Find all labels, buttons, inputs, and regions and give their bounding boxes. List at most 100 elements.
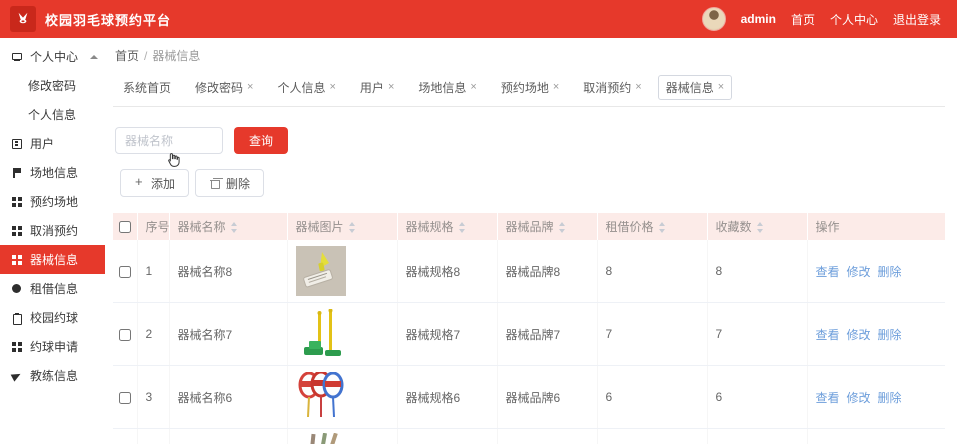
tab-reserve-venue[interactable]: 预约场地: [493, 75, 567, 100]
sidebar-item-rental-info[interactable]: 租借信息: [0, 274, 105, 303]
row-checkbox[interactable]: [119, 266, 131, 278]
top-bar: 校园羽毛球预约平台 admin 首页 个人中心 退出登录: [0, 0, 957, 38]
equipment-image-rackets: [296, 372, 346, 422]
sidebar-item-personal-info[interactable]: 个人信息: [0, 100, 105, 129]
add-button[interactable]: 添加: [120, 169, 189, 197]
cell-price: 8: [597, 240, 707, 303]
cell-spec: 器械规格8: [397, 240, 497, 303]
delete-link[interactable]: 删除: [878, 328, 902, 342]
tab-personal-info[interactable]: 个人信息: [269, 75, 343, 100]
sidebar-item-campus-ball[interactable]: 校园约球: [0, 303, 105, 332]
cell-brand: 器械品牌8: [497, 240, 597, 303]
grid-icon: [11, 341, 23, 353]
cell-name: 器械名称8: [169, 240, 287, 303]
sidebar-item-personal-center[interactable]: 个人中心: [0, 42, 105, 71]
tab-change-password[interactable]: 修改密码: [187, 75, 261, 100]
table-row: 3 器械名称6 器械规格6 器械品牌6 6 6 查看修改删除: [113, 366, 945, 429]
sidebar-item-label: 预约场地: [30, 193, 78, 210]
flag-icon: [11, 167, 23, 179]
tab-equipment-info[interactable]: 器械信息: [658, 75, 732, 100]
sort-icon[interactable]: [348, 222, 356, 233]
add-button-label: 添加: [151, 175, 175, 192]
sidebar-item-coach-info[interactable]: 教练信息: [0, 361, 105, 390]
sidebar-item-equipment-info[interactable]: 器械信息: [0, 245, 105, 274]
sidebar: 个人中心 修改密码 个人信息 用户 场地信息 预约场地 取消预约 器械信息: [0, 38, 105, 420]
view-link[interactable]: 查看: [816, 265, 840, 279]
close-tab-icon[interactable]: [553, 82, 559, 93]
sort-icon[interactable]: [558, 222, 566, 233]
edit-link[interactable]: 修改: [847, 391, 871, 405]
sidebar-item-venue-info[interactable]: 场地信息: [0, 158, 105, 187]
top-bar-right: admin 首页 个人中心 退出登录: [702, 7, 941, 31]
search-button[interactable]: 查询: [234, 127, 288, 154]
close-tab-icon[interactable]: [329, 82, 335, 93]
sidebar-item-cancel-reservation[interactable]: 取消预约: [0, 216, 105, 245]
sort-icon[interactable]: [756, 222, 764, 233]
sidebar-item-ball-application[interactable]: 约球申请: [0, 332, 105, 361]
table-header-row: 序号 器械名称 器械图片 器械规格 器械品牌 租借价格 收藏数 操作: [113, 213, 945, 240]
close-tab-icon[interactable]: [388, 82, 394, 93]
sidebar-item-label: 场地信息: [30, 164, 78, 181]
column-spec: 器械规格: [397, 213, 497, 240]
tab-label: 预约场地: [501, 79, 549, 96]
tab-label: 个人信息: [277, 79, 325, 96]
column-name: 器械名称: [169, 213, 287, 240]
column-brand: 器械品牌: [497, 213, 597, 240]
user-icon: [11, 138, 23, 150]
equipment-table: 序号 器械名称 器械图片 器械规格 器械品牌 租借价格 收藏数 操作 1 器械: [113, 213, 945, 444]
breadcrumb-home[interactable]: 首页: [115, 49, 139, 63]
nav-profile-link[interactable]: 个人中心: [830, 11, 878, 28]
search-input[interactable]: [115, 127, 223, 154]
cell-no: 2: [137, 303, 169, 366]
cell-favorites: 6: [707, 366, 807, 429]
username: admin: [741, 12, 776, 26]
view-link[interactable]: 查看: [816, 328, 840, 342]
row-checkbox[interactable]: [119, 392, 131, 404]
close-tab-icon[interactable]: [635, 82, 641, 93]
sort-icon[interactable]: [658, 222, 666, 233]
select-all-checkbox[interactable]: [119, 221, 131, 233]
cell-brand: 器械品牌7: [497, 303, 597, 366]
equipment-image-net-post: [296, 309, 346, 359]
shuttlecock-logo-icon: [15, 10, 31, 29]
close-tab-icon[interactable]: [470, 82, 476, 93]
cell-no: 3: [137, 366, 169, 429]
edit-link[interactable]: 修改: [847, 328, 871, 342]
sort-icon[interactable]: [230, 222, 238, 233]
sidebar-item-label: 取消预约: [30, 222, 78, 239]
tab-system-home[interactable]: 系统首页: [115, 75, 179, 100]
cell-name: 器械名称7: [169, 303, 287, 366]
tab-cancel-reservation[interactable]: 取消预约: [575, 75, 649, 100]
sidebar-item-users[interactable]: 用户: [0, 129, 105, 158]
cell-favorites: 8: [707, 240, 807, 303]
tab-users[interactable]: 用户: [352, 75, 402, 100]
cell-favorites: 7: [707, 303, 807, 366]
sort-icon[interactable]: [458, 222, 466, 233]
table-row: 2 器械名称7 器械规格7 器械品牌7 7 7 查看修改删除: [113, 303, 945, 366]
monitor-icon: [11, 51, 23, 63]
avatar[interactable]: [702, 7, 726, 31]
tab-venue-info[interactable]: 场地信息: [410, 75, 484, 100]
view-link[interactable]: 查看: [816, 391, 840, 405]
close-tab-icon[interactable]: [718, 82, 724, 93]
grid-icon: [11, 196, 23, 208]
sidebar-item-label: 个人信息: [28, 106, 76, 123]
cell-brand: 器械品牌6: [497, 366, 597, 429]
tab-label: 器械信息: [666, 79, 714, 96]
row-checkbox[interactable]: [119, 329, 131, 341]
table-row: 1 器械名称8 器械规格8 器械品牌8 8 8 查看修改删除: [113, 240, 945, 303]
main-content: 首页/器械信息 系统首页 修改密码 个人信息 用户 场地信息 预约场地 取消预约: [105, 38, 957, 420]
delete-link[interactable]: 删除: [878, 265, 902, 279]
nav-home-link[interactable]: 首页: [791, 11, 815, 28]
sidebar-item-reserve-venue[interactable]: 预约场地: [0, 187, 105, 216]
nav-logout-link[interactable]: 退出登录: [893, 11, 941, 28]
close-tab-icon[interactable]: [247, 82, 253, 93]
delete-link[interactable]: 删除: [878, 391, 902, 405]
grid-icon: [11, 254, 23, 266]
delete-button[interactable]: 删除: [195, 169, 264, 197]
sidebar-item-change-password[interactable]: 修改密码: [0, 71, 105, 100]
cell-name: 器械名称6: [169, 366, 287, 429]
cell-price: 6: [597, 366, 707, 429]
cell-spec: 器械规格7: [397, 303, 497, 366]
edit-link[interactable]: 修改: [847, 265, 871, 279]
